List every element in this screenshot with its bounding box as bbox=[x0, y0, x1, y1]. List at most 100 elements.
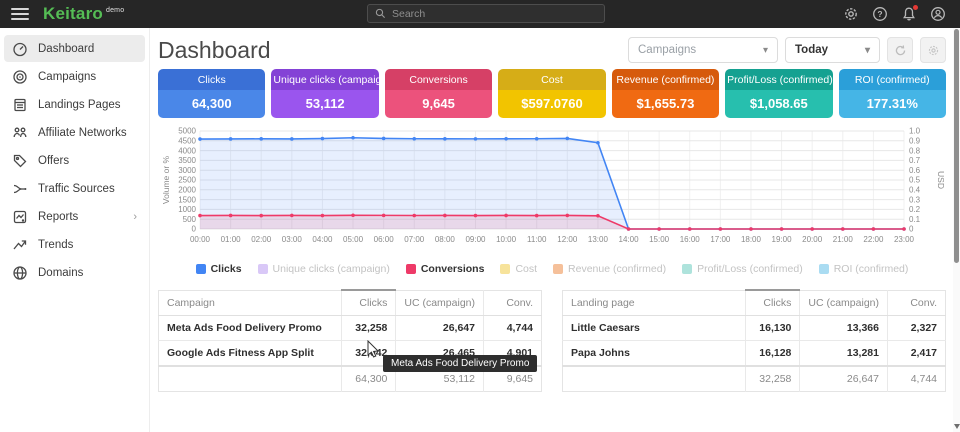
scrollbar-thumb[interactable] bbox=[954, 29, 959, 263]
chevron-right-icon: › bbox=[133, 211, 137, 223]
legend-label: Unique clicks (campaign) bbox=[273, 263, 390, 275]
total-value: 4,744 bbox=[888, 366, 946, 392]
svg-text:0.8: 0.8 bbox=[909, 146, 921, 155]
sidebar-item-label: Domains bbox=[38, 267, 83, 279]
svg-text:00:00: 00:00 bbox=[190, 235, 211, 244]
legend-item-unique-clicks-campaign-[interactable]: Unique clicks (campaign) bbox=[258, 263, 390, 275]
row-value: 2,327 bbox=[888, 316, 946, 341]
table-row[interactable]: Little Caesars16,13013,3662,327 bbox=[563, 316, 946, 341]
sidebar-item-label: Offers bbox=[38, 155, 69, 167]
legend-item-roi-confirmed-[interactable]: ROI (confirmed) bbox=[819, 263, 909, 275]
page-scrollbar[interactable] bbox=[953, 28, 960, 432]
brand-logo[interactable]: Keitarodemo bbox=[43, 4, 124, 24]
legend-item-revenue-confirmed-[interactable]: Revenue (confirmed) bbox=[553, 263, 666, 275]
sidebar-item-campaigns[interactable]: Campaigns bbox=[4, 63, 145, 90]
dashboard-settings-button[interactable] bbox=[920, 37, 946, 63]
account-icon[interactable] bbox=[930, 6, 946, 22]
svg-text:21:00: 21:00 bbox=[833, 235, 854, 244]
column-header[interactable]: UC (campaign) bbox=[396, 290, 484, 316]
metric-value: 9,645 bbox=[385, 90, 492, 118]
notifications-bell-icon[interactable] bbox=[901, 6, 917, 22]
sidebar-item-dashboard[interactable]: Dashboard bbox=[4, 35, 145, 62]
affiliate-networks-icon bbox=[12, 125, 28, 141]
svg-text:4500: 4500 bbox=[178, 137, 196, 146]
svg-text:16:00: 16:00 bbox=[680, 235, 701, 244]
menu-hamburger-icon[interactable] bbox=[11, 8, 29, 20]
column-header[interactable]: Conv. bbox=[888, 290, 946, 316]
svg-text:0.9: 0.9 bbox=[909, 137, 921, 146]
campaigns-filter-select[interactable]: Campaigns ▾ bbox=[628, 37, 778, 63]
summary-tables: CampaignClicksUC (campaign)Conv.Meta Ads… bbox=[158, 289, 946, 392]
column-header[interactable]: Campaign bbox=[159, 290, 342, 316]
scrollbar-down-arrow[interactable] bbox=[953, 423, 960, 430]
svg-text:06:00: 06:00 bbox=[374, 235, 395, 244]
sidebar-item-domains[interactable]: Domains bbox=[4, 259, 145, 286]
refresh-button[interactable] bbox=[887, 37, 913, 63]
metric-card-1[interactable]: Unique clicks (campaign)53,112 bbox=[271, 69, 378, 118]
metric-card-5[interactable]: Profit/Loss (confirmed)$1,058.65 bbox=[725, 69, 832, 118]
row-name: Papa Johns bbox=[563, 341, 746, 367]
svg-text:23:00: 23:00 bbox=[894, 235, 915, 244]
legend-swatch bbox=[500, 264, 510, 274]
svg-text:14:00: 14:00 bbox=[619, 235, 640, 244]
landing-pages-table: Landing pageClicksUC (campaign)Conv.Litt… bbox=[562, 289, 946, 392]
column-header[interactable]: Clicks bbox=[746, 290, 800, 316]
row-value: 2,417 bbox=[888, 341, 946, 367]
settings-gear-icon[interactable] bbox=[843, 6, 859, 22]
svg-text:2000: 2000 bbox=[178, 186, 196, 195]
svg-text:1000: 1000 bbox=[178, 205, 196, 214]
sidebar-item-offers[interactable]: Offers bbox=[4, 147, 145, 174]
legend-item-profit-loss-confirmed-[interactable]: Profit/Loss (confirmed) bbox=[682, 263, 803, 275]
svg-text:0.2: 0.2 bbox=[909, 205, 921, 214]
legend-item-cost[interactable]: Cost bbox=[500, 263, 537, 275]
metric-card-2[interactable]: Conversions9,645 bbox=[385, 69, 492, 118]
legend-label: Revenue (confirmed) bbox=[568, 263, 666, 275]
legend-item-conversions[interactable]: Conversions bbox=[406, 263, 485, 275]
svg-text:0.1: 0.1 bbox=[909, 215, 921, 224]
svg-text:05:00: 05:00 bbox=[343, 235, 364, 244]
sidebar-item-trends[interactable]: Trends bbox=[4, 231, 145, 258]
column-header[interactable]: UC (campaign) bbox=[800, 290, 888, 316]
sidebar-item-landings-pages[interactable]: Landings Pages bbox=[4, 91, 145, 118]
metric-card-3[interactable]: Cost$597.0760 bbox=[498, 69, 605, 118]
svg-text:0.4: 0.4 bbox=[909, 186, 921, 195]
date-range-select[interactable]: Today ▾ bbox=[785, 37, 880, 63]
metric-card-0[interactable]: Clicks64,300 bbox=[158, 69, 265, 118]
help-icon[interactable]: ? bbox=[872, 6, 888, 22]
search-input[interactable] bbox=[392, 8, 597, 20]
legend-item-clicks[interactable]: Clicks bbox=[196, 263, 242, 275]
table-row[interactable]: Meta Ads Food Delivery Promo32,25826,647… bbox=[159, 316, 542, 341]
refresh-icon bbox=[894, 44, 907, 57]
global-search[interactable] bbox=[367, 4, 605, 23]
svg-text:04:00: 04:00 bbox=[312, 235, 333, 244]
metric-card-4[interactable]: Revenue (confirmed)$1,655.73 bbox=[612, 69, 719, 118]
row-value: 26,647 bbox=[396, 316, 484, 341]
svg-text:10:00: 10:00 bbox=[496, 235, 517, 244]
brand-demo-badge: demo bbox=[106, 7, 124, 14]
gear-icon bbox=[927, 44, 940, 57]
sidebar-item-label: Trends bbox=[38, 239, 73, 251]
sidebar-item-traffic-sources[interactable]: Traffic Sources bbox=[4, 175, 145, 202]
svg-text:22:00: 22:00 bbox=[863, 235, 884, 244]
column-header[interactable]: Conv. bbox=[484, 290, 542, 316]
top-bar: Keitarodemo ? bbox=[0, 0, 960, 28]
metric-label: Revenue (confirmed) bbox=[612, 69, 719, 90]
sidebar-item-affiliate-networks[interactable]: Affiliate Networks bbox=[4, 119, 145, 146]
metric-card-6[interactable]: ROI (confirmed)177.31% bbox=[839, 69, 946, 118]
sidebar-item-reports[interactable]: Reports› bbox=[4, 203, 145, 230]
svg-text:0: 0 bbox=[192, 225, 197, 234]
column-header[interactable]: Clicks bbox=[342, 290, 396, 316]
table-row[interactable]: Papa Johns16,12813,2812,417 bbox=[563, 341, 946, 367]
row-value: 13,366 bbox=[800, 316, 888, 341]
column-header[interactable]: Landing page bbox=[563, 290, 746, 316]
svg-text:03:00: 03:00 bbox=[282, 235, 303, 244]
metric-label: Profit/Loss (confirmed) bbox=[725, 69, 832, 90]
metric-value: $1,058.65 bbox=[725, 90, 832, 118]
landings-pages-icon bbox=[12, 97, 28, 113]
row-name: Meta Ads Food Delivery Promo bbox=[159, 316, 342, 341]
svg-text:0.3: 0.3 bbox=[909, 195, 921, 204]
row-value: 32,258 bbox=[342, 316, 396, 341]
svg-text:08:00: 08:00 bbox=[435, 235, 456, 244]
legend-label: Conversions bbox=[421, 263, 485, 275]
metric-cards: Clicks64,300Unique clicks (campaign)53,1… bbox=[158, 69, 946, 118]
